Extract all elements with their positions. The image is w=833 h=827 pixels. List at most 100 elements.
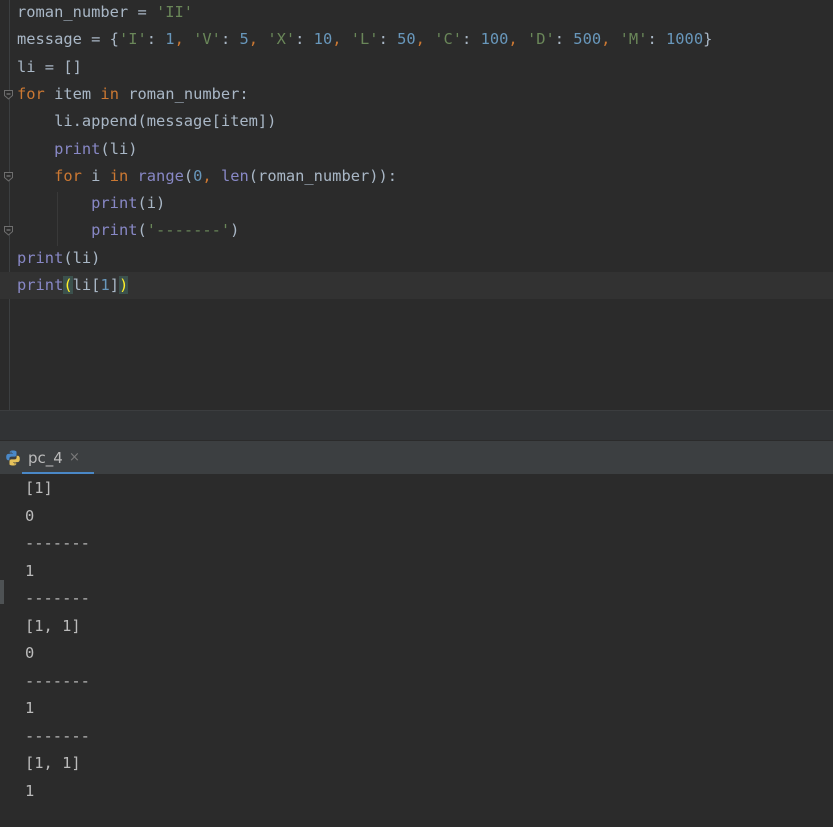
code-token: 10 [313,30,333,49]
code-line-text: for item in roman_number: [17,81,249,108]
close-icon[interactable]: × [69,441,80,475]
code-token: len [220,166,249,185]
console-line: 1 [25,781,35,800]
code-token: 'X' [267,30,296,49]
console-line: 0 [25,506,35,525]
code-line-text: print(li[1]) [17,272,129,299]
code-line[interactable]: print(li) [0,245,833,272]
code-token: : [462,30,481,49]
code-token: li.append(message[item]) [17,112,277,131]
code-token: , [332,30,351,49]
code-token: , [248,30,268,49]
code-token: for [54,166,92,185]
fold-icon[interactable] [3,89,14,100]
code-token: print [91,194,138,213]
code-token: 5 [239,30,249,49]
code-line[interactable]: print(li[1]) [0,272,833,299]
code-line[interactable]: print(li) [0,136,833,163]
code-token: , [601,30,620,49]
code-token: li = [] [17,57,82,76]
code-token: ( [137,221,147,240]
code-token: 500 [573,30,602,49]
console-line: ------- [25,726,90,745]
code-token: for [17,84,55,103]
code-token: : [220,30,240,49]
code-token: print [54,139,101,158]
code-token: ) [230,221,240,240]
code-token: in [100,84,129,103]
code-token: (roman_number)): [248,166,398,185]
code-token: print [17,248,64,267]
console-line: ------- [25,534,90,552]
code-token: : [554,30,574,49]
run-tab-label: pc_4 [28,449,63,467]
code-token: (li) [100,139,138,158]
code-line[interactable]: li.append(message[item]) [0,108,833,135]
code-token: 100 [480,30,509,49]
code-line-text: print(li) [17,136,138,163]
code-line[interactable]: print(i) [0,190,833,217]
code-token: 'D' [526,30,555,49]
code-token: print [91,221,138,240]
code-line[interactable]: for item in roman_number: [0,81,833,108]
console-line: ------- [25,671,90,690]
code-token: , [508,30,527,49]
code-line[interactable]: roman_number = 'II' [0,0,833,26]
console-line: [1, 1] [25,616,81,635]
code-line[interactable]: li = [] [0,54,833,81]
code-token: ( [183,166,194,185]
code-token: item [54,84,101,103]
code-token: i [91,166,110,185]
code-line-text: roman_number = 'II' [17,0,193,26]
fold-icon[interactable] [3,171,14,182]
code-token: 'I' [118,30,147,49]
code-token: : [647,30,667,49]
code-token: , [202,166,221,185]
code-token: li[ [72,276,101,294]
code-token: range [137,166,184,185]
code-token: (i) [137,194,166,213]
console-line: ------- [25,589,90,607]
fold-icon[interactable] [3,225,14,237]
code-token: 'II' [156,3,194,21]
console-line: [1, 1] [25,754,81,772]
panel-splitter[interactable] [0,410,833,440]
code-token: 50 [397,30,416,49]
code-token: roman_number = [17,3,156,21]
code-token: : [146,30,166,49]
code-line-text: for i in range(0, len(roman_number)): [17,163,397,190]
code-token: 'C' [434,30,463,49]
code-token: , [415,30,435,49]
python-icon [6,450,20,466]
console-scroll-marker[interactable] [0,580,4,604]
code-token: (li) [63,248,101,267]
console-line: 1 [25,561,35,580]
code-token: ) [119,276,129,294]
code-token: , [174,30,194,49]
code-token: message = { [17,30,119,49]
run-console-output[interactable]: [1] 0 ------- 1 ------- [1, 1] 0 ------- 1 ------… [0,474,833,827]
code-line-text: li.append(message[item]) [17,108,276,135]
code-line-text: li = [] [17,54,82,81]
code-token: ] [109,276,119,294]
run-tab-pc4[interactable]: pc_4 × [0,441,94,475]
code-token: 1000 [666,30,704,49]
code-token: 'L' [350,30,379,49]
code-token: : [295,30,314,49]
code-token: : [378,30,398,49]
code-token: 'M' [619,30,648,49]
code-token: 1 [165,30,175,49]
console-line: [1] [25,479,53,497]
code-token: '-------' [146,221,231,240]
code-line[interactable]: for i in range(0, len(roman_number)): [0,163,833,190]
console-line: 0 [25,644,35,662]
code-token: } [703,30,713,49]
code-line[interactable]: message = {'I': 1, 'V': 5, 'X': 10, 'L':… [0,26,833,53]
code-editor[interactable]: roman_number = 'II' message = {'I': 1, 'V… [0,0,833,410]
console-line: 1 [25,699,35,717]
code-line[interactable]: print('-------') [0,217,833,244]
